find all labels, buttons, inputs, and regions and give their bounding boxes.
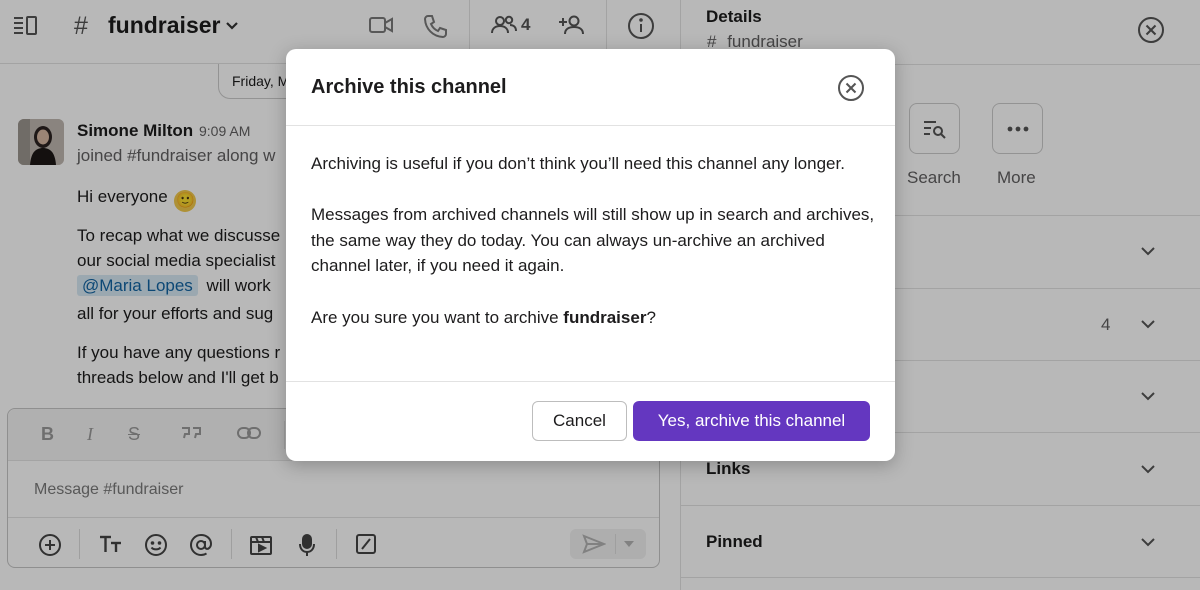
dialog-divider: [286, 125, 895, 126]
close-dialog-icon[interactable]: [837, 74, 865, 102]
confirm-channel-name: fundraiser: [563, 308, 647, 327]
confirm-suffix: ?: [646, 308, 656, 327]
confirm-prefix: Are you sure you want to archive: [311, 308, 564, 327]
dialog-confirm-question: Are you sure you want to archive fundrai…: [311, 305, 876, 331]
archive-confirm-button[interactable]: Yes, archive this channel: [633, 401, 870, 441]
archive-channel-dialog: Archive this channel Archiving is useful…: [286, 49, 895, 461]
dialog-divider: [286, 381, 895, 382]
dialog-paragraph: Messages from archived channels will sti…: [311, 205, 875, 275]
cancel-button[interactable]: Cancel: [532, 401, 627, 441]
dialog-paragraph: Archiving is useful if you don’t think y…: [311, 154, 845, 173]
dialog-title: Archive this channel: [311, 76, 507, 98]
